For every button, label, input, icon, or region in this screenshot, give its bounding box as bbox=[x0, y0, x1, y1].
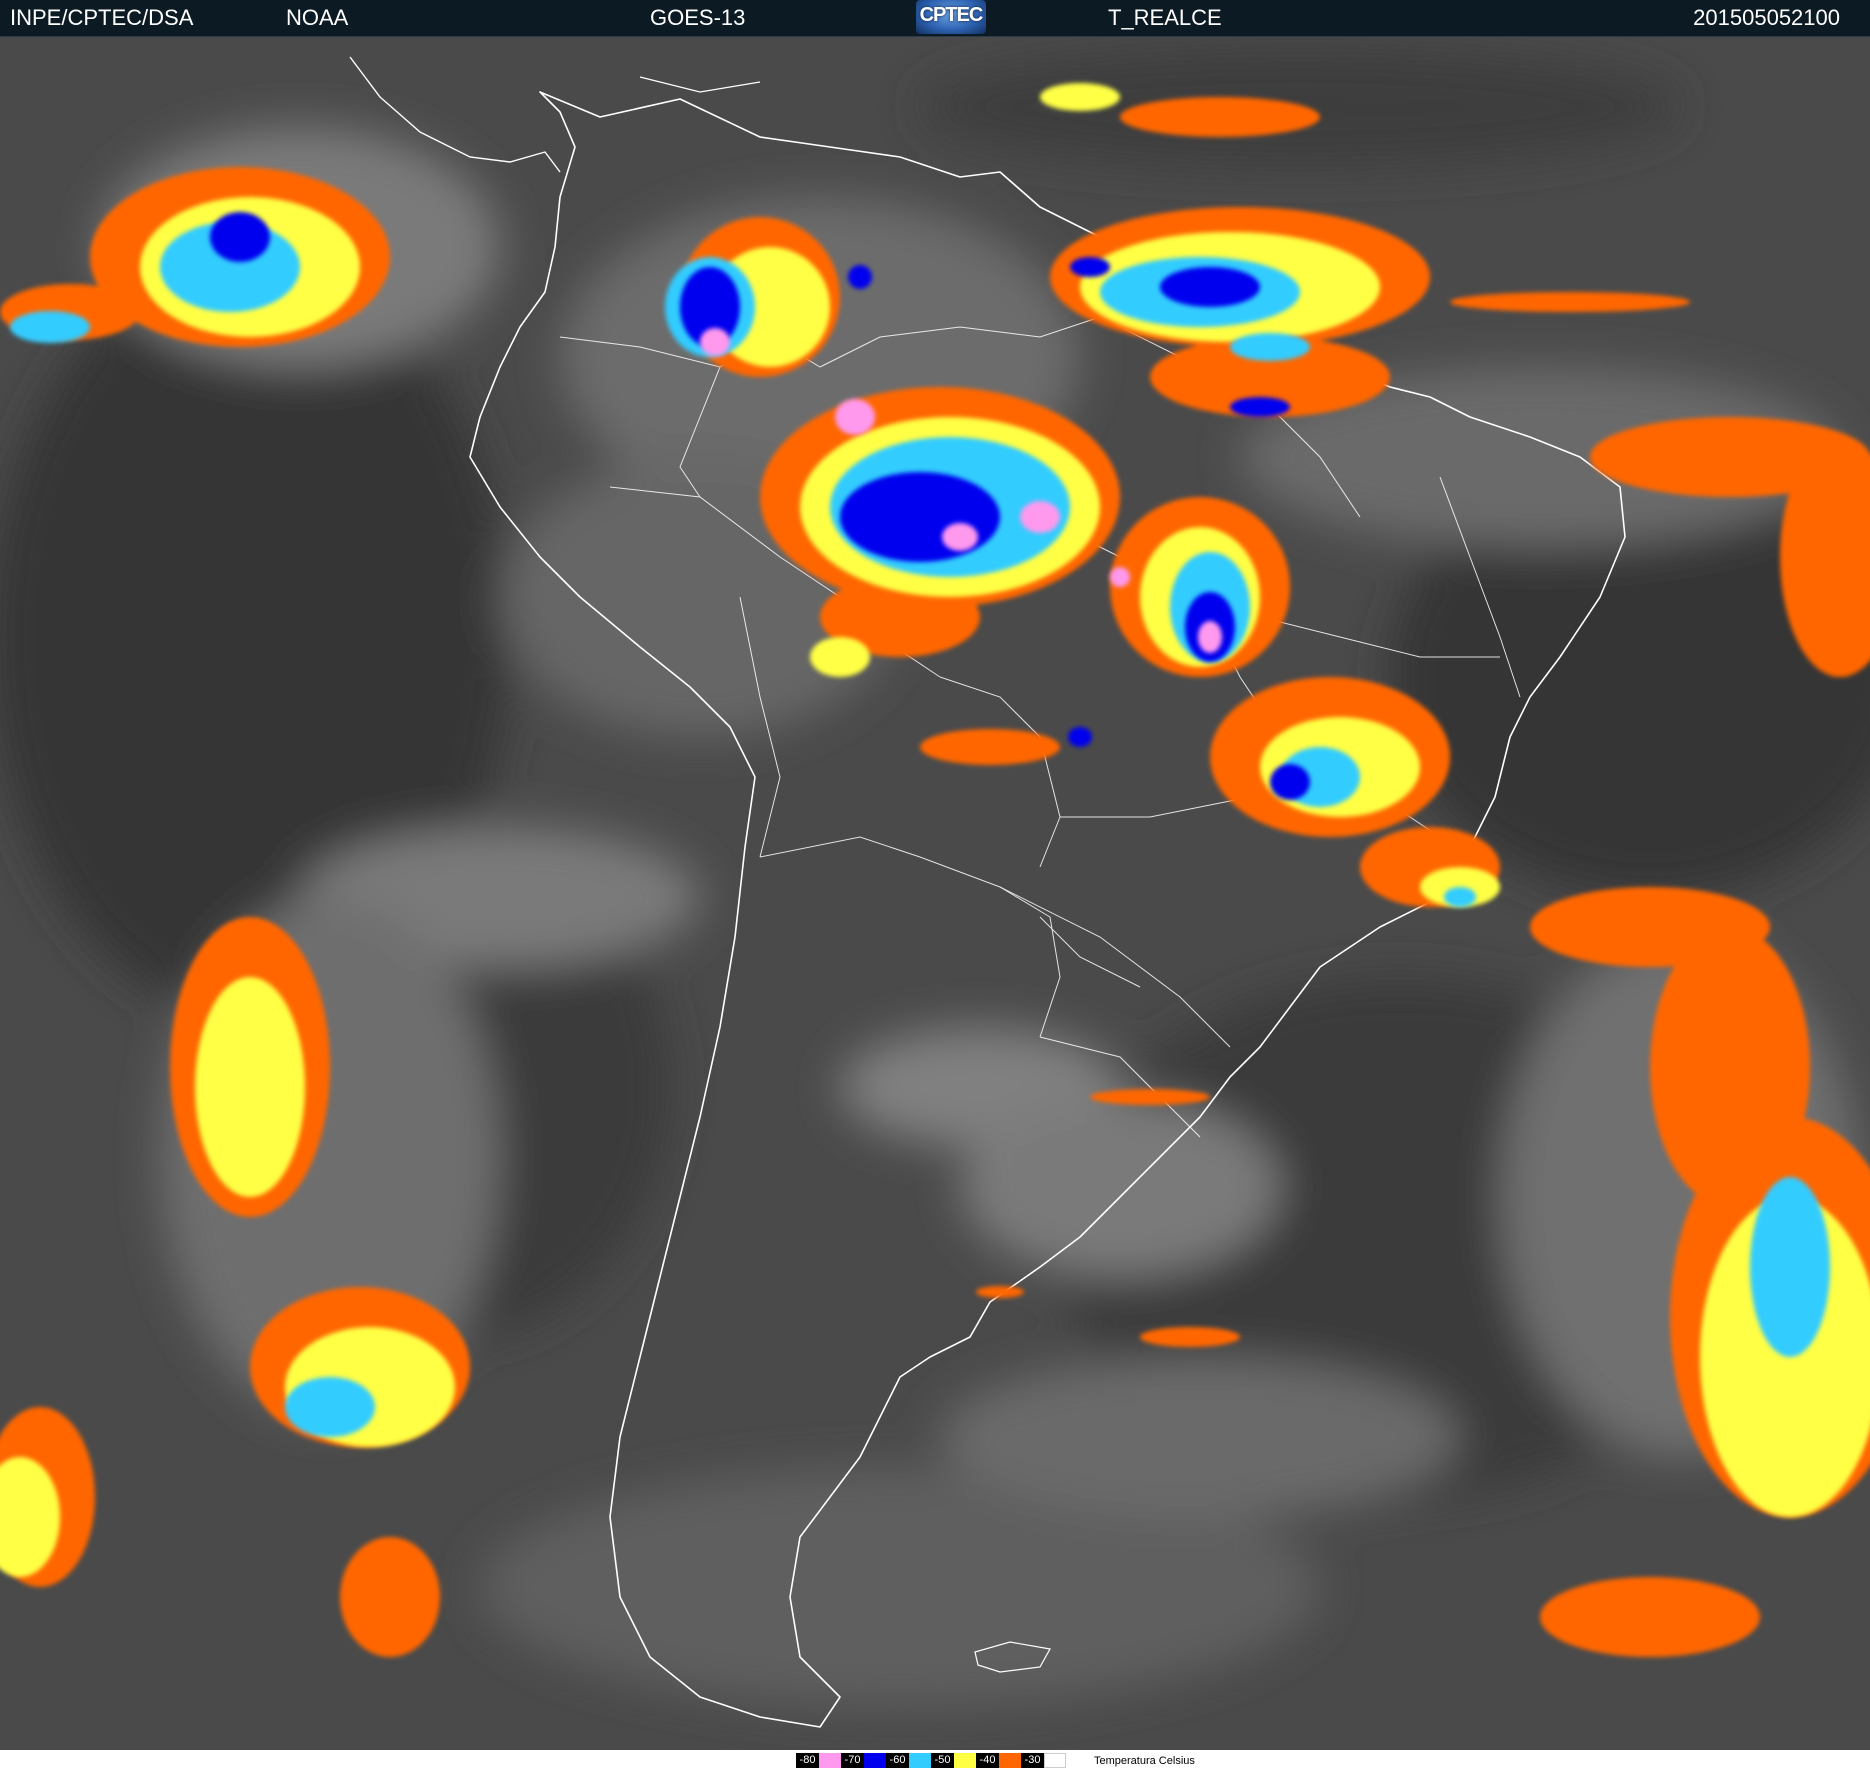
satellite-map-svg bbox=[0, 37, 1870, 1750]
legend-item: -60 bbox=[886, 1752, 931, 1769]
legend-swatch bbox=[819, 1753, 841, 1768]
legend-item: -70 bbox=[841, 1752, 886, 1769]
legend-label: -50 bbox=[931, 1753, 954, 1768]
legend-item: -40 bbox=[976, 1752, 1021, 1769]
legend-item: -50 bbox=[931, 1752, 976, 1769]
cptec-logo: CPTEC bbox=[916, 0, 986, 34]
satellite-image bbox=[0, 37, 1870, 1750]
product-label: T_REALCE bbox=[1108, 5, 1222, 30]
legend-label: -30 bbox=[1021, 1753, 1044, 1768]
timestamp-label: 201505052100 bbox=[1693, 5, 1840, 30]
legend-label: -70 bbox=[841, 1753, 864, 1768]
legend-label: -60 bbox=[886, 1753, 909, 1768]
agency-label: NOAA bbox=[286, 5, 349, 30]
legend-caption: Temperatura Celsius bbox=[1094, 1754, 1195, 1767]
legend-item: -80 bbox=[796, 1752, 841, 1769]
legend-item: -30 bbox=[1021, 1752, 1066, 1769]
header-bar: INPE/CPTEC/DSA NOAA GOES-13 CPTEC T_REAL… bbox=[0, 0, 1870, 37]
legend-label: -40 bbox=[976, 1753, 999, 1768]
legend-swatch bbox=[1044, 1753, 1066, 1768]
legend-swatch bbox=[954, 1753, 976, 1768]
logo-text: CPTEC bbox=[919, 4, 984, 26]
organization-label: INPE/CPTEC/DSA bbox=[10, 5, 194, 30]
satellite-label: GOES-13 bbox=[650, 5, 746, 30]
legend-swatch bbox=[999, 1753, 1021, 1768]
legend-label: -80 bbox=[796, 1753, 819, 1768]
temperature-legend: -80 -70 -60 -50 -40 -30 Temperatura Cels… bbox=[796, 1752, 1195, 1769]
legend-swatch bbox=[909, 1753, 931, 1768]
legend-swatch bbox=[864, 1753, 886, 1768]
